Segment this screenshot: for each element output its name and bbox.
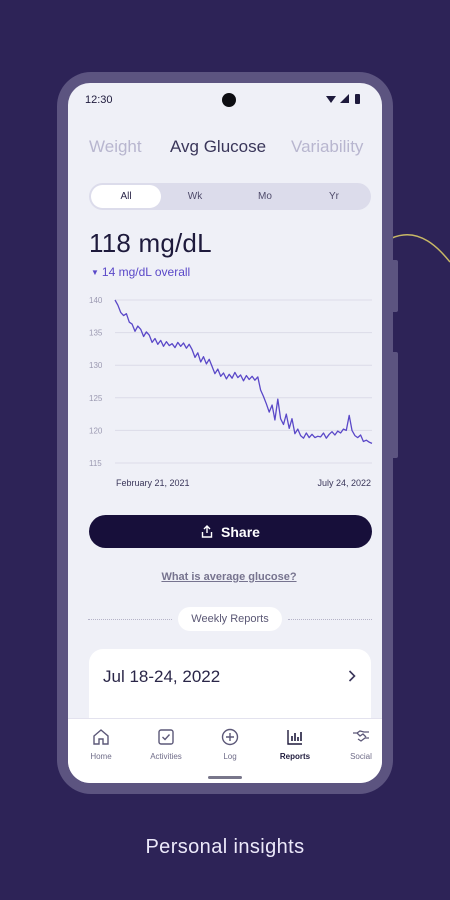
bottom-nav: Home Activities Log Reports Social bbox=[68, 718, 382, 783]
bar-chart-icon bbox=[287, 730, 302, 745]
y-tick-label: 130 bbox=[89, 361, 103, 370]
plus-circle-icon bbox=[221, 728, 239, 746]
nav-home[interactable]: Home bbox=[70, 727, 132, 777]
weekly-reports-label: Weekly Reports bbox=[178, 607, 282, 631]
y-tick-label: 120 bbox=[89, 426, 103, 435]
share-button[interactable]: Share bbox=[89, 515, 372, 548]
battery-icon bbox=[355, 94, 360, 104]
y-tick-label: 115 bbox=[89, 459, 102, 468]
checkbox-icon bbox=[158, 729, 174, 745]
series-line bbox=[114, 299, 373, 444]
status-icons bbox=[326, 94, 360, 104]
x-start-label: February 21, 2021 bbox=[116, 478, 190, 488]
nav-reports-label: Reports bbox=[279, 752, 311, 761]
divider-line-left bbox=[88, 619, 172, 620]
range-week[interactable]: Wk bbox=[160, 185, 230, 208]
what-is-average-glucose-link[interactable]: What is average glucose? bbox=[68, 571, 382, 583]
divider-line-right bbox=[288, 619, 372, 620]
range-all[interactable]: All bbox=[91, 185, 161, 208]
tab-weight[interactable]: Weight bbox=[89, 137, 142, 157]
tab-variability[interactable]: Variability bbox=[291, 137, 363, 157]
nav-activities-label: Activities bbox=[150, 752, 182, 761]
change-text: 14 mg/dL overall bbox=[101, 265, 191, 279]
status-time: 12:30 bbox=[85, 94, 113, 106]
average-glucose-value: 118 mg/dL bbox=[89, 228, 212, 258]
tab-avg-glucose[interactable]: Avg Glucose bbox=[170, 137, 266, 157]
range-year[interactable]: Yr bbox=[299, 185, 369, 208]
nav-social[interactable]: Social bbox=[330, 727, 382, 777]
share-icon bbox=[201, 525, 213, 538]
phone-volume-button bbox=[390, 352, 398, 458]
y-tick-label: 140 bbox=[89, 296, 103, 305]
nav-log-label: Log bbox=[223, 752, 237, 761]
signal-icon bbox=[340, 94, 349, 103]
nav-log[interactable]: Log bbox=[199, 727, 261, 777]
chevron-right-icon bbox=[348, 670, 356, 682]
wifi-icon bbox=[326, 96, 336, 103]
handshake-icon bbox=[353, 730, 369, 742]
nav-home-label: Home bbox=[90, 752, 112, 761]
status-bar: 12:30 bbox=[68, 83, 382, 119]
down-arrow-icon: ▼ bbox=[91, 268, 99, 277]
x-end-label: July 24, 2022 bbox=[317, 478, 371, 488]
y-tick-label: 125 bbox=[89, 394, 103, 403]
glucose-line-chart: 140 135 130 125 120 115 February 21, 2021 July … bbox=[89, 296, 373, 488]
change-indicator: ▼ 14 mg/dL overall bbox=[91, 265, 190, 279]
nav-activities[interactable]: Activities bbox=[135, 727, 197, 777]
camera-cutout bbox=[222, 93, 236, 107]
home-indicator bbox=[208, 776, 242, 779]
weekly-reports-divider: Weekly Reports bbox=[88, 607, 372, 631]
report-title: Jul 18-24, 2022 bbox=[103, 667, 221, 686]
range-month[interactable]: Mo bbox=[230, 185, 300, 208]
share-label: Share bbox=[221, 523, 260, 540]
y-tick-label: 135 bbox=[89, 329, 103, 338]
metric-tabs: Weight Avg Glucose Variability bbox=[68, 137, 382, 161]
phone-side-button bbox=[390, 260, 398, 312]
caption: Personal insights bbox=[145, 836, 305, 858]
nav-social-label: Social bbox=[350, 752, 372, 761]
app-screen: 12:30 Weight Avg Glucose Variability All… bbox=[68, 83, 382, 783]
nav-reports[interactable]: Reports bbox=[264, 727, 326, 777]
home-icon bbox=[93, 729, 109, 745]
range-selector: All Wk Mo Yr bbox=[89, 183, 371, 210]
